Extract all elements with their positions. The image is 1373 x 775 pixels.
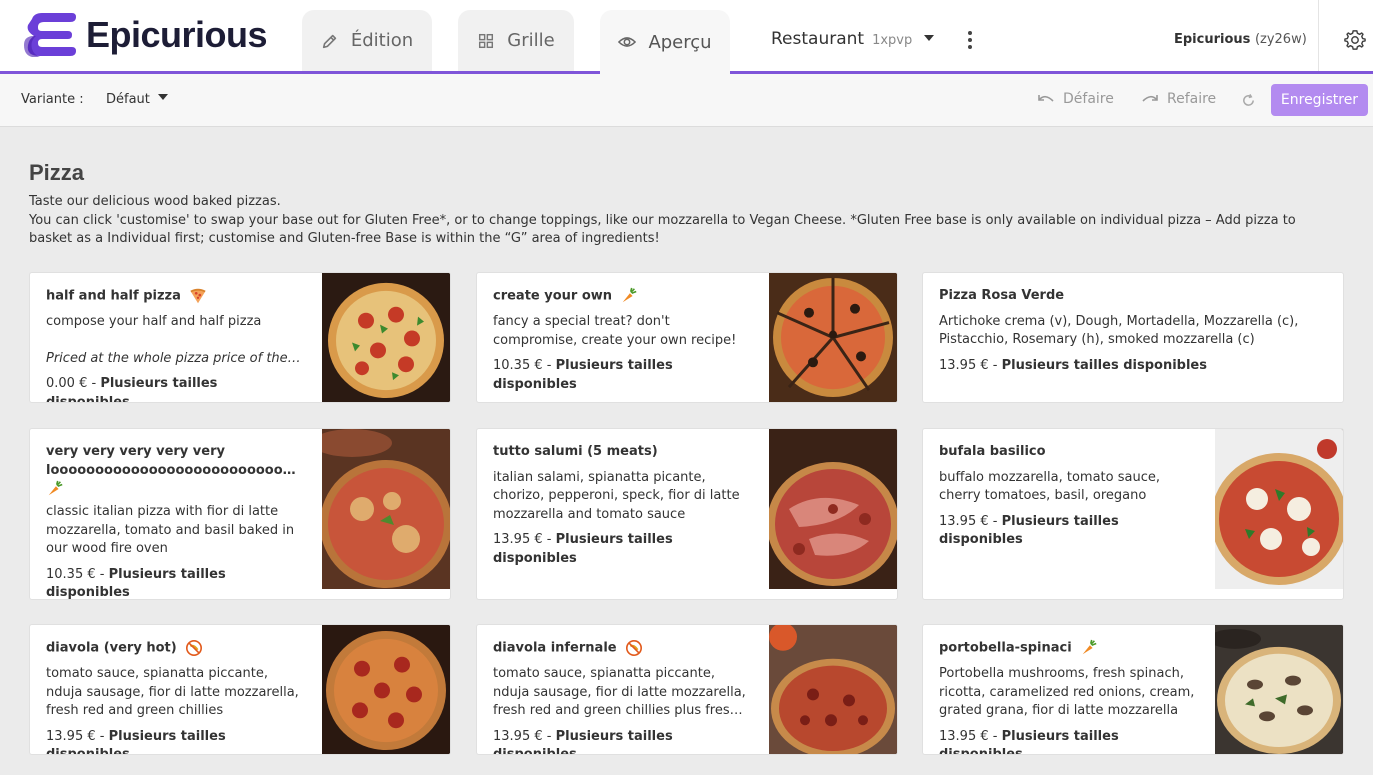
menu-item-card[interactable]: very very very very very loooooooooooooo… bbox=[29, 428, 451, 600]
pizza-image bbox=[769, 273, 897, 402]
section-description-line-1: Taste our delicious wood baked pizzas. bbox=[29, 194, 281, 209]
menu-item-card[interactable]: tutto salumi (5 meats) italian salami, s… bbox=[476, 428, 898, 600]
tab-apercu-label: Aperçu bbox=[648, 31, 712, 53]
menu-item-card[interactable]: diavola (very hot) tomato sauce, spianat… bbox=[29, 624, 451, 755]
carrot-icon bbox=[1082, 639, 1097, 655]
menu-item-card[interactable]: portobella-spinaci Portobella mushrooms,… bbox=[922, 624, 1344, 755]
menu-item-description: Portobella mushrooms, fresh spinach, ric… bbox=[939, 666, 1195, 718]
menu-item-price: 10.35 € - Plusieurs tailles disponibles bbox=[493, 358, 673, 392]
menu-item-price: 13.95 € - Plusieurs tailles disponibles bbox=[46, 728, 226, 755]
menu-item-title: diavola infernale bbox=[493, 639, 749, 658]
menu-item-title: Pizza Rosa Verde bbox=[939, 288, 1065, 303]
menu-item-description: tomato sauce, spianatta piccante, nduja … bbox=[46, 666, 299, 718]
pizza-slice-icon bbox=[190, 288, 206, 304]
menu-item-title: portobella-spinaci bbox=[939, 639, 1195, 658]
top-bar: Epicurious Édition Grille Aperçu Restaur… bbox=[0, 0, 1373, 74]
header-divider bbox=[1318, 0, 1319, 71]
pencil-icon bbox=[322, 34, 337, 48]
menu-item-title: tutto salumi (5 meats) bbox=[493, 444, 658, 459]
tab-grille-label: Grille bbox=[507, 30, 555, 51]
menu-item-price: 0.00 € - Plusieurs tailles disponibles bbox=[46, 376, 218, 403]
more-options-icon[interactable] bbox=[963, 28, 977, 52]
gear-icon[interactable] bbox=[1344, 29, 1366, 51]
no-chili-icon bbox=[625, 639, 642, 657]
undo-icon bbox=[1038, 95, 1054, 102]
variant-label: Variante : bbox=[21, 92, 84, 107]
section-description: Taste our delicious wood baked pizzas. Y… bbox=[29, 193, 1339, 249]
save-button[interactable]: Enregistrer bbox=[1271, 84, 1368, 116]
menu-item-description: buffalo mozzarella, tomato sauce, cherry… bbox=[939, 469, 1160, 504]
tab-edition-label: Édition bbox=[350, 30, 414, 51]
menu-item-card[interactable]: bufala basilico buffalo mozzarella, toma… bbox=[922, 428, 1344, 600]
eye-icon bbox=[618, 37, 637, 47]
undo-label: Défaire bbox=[1063, 91, 1114, 107]
menu-item-card[interactable]: create your own fancy a special treat? d… bbox=[476, 272, 898, 403]
redo-icon bbox=[1142, 95, 1158, 102]
tab-edition[interactable]: Édition bbox=[302, 10, 432, 71]
menu-item-card[interactable]: half and half pizza compose your half an… bbox=[29, 272, 451, 403]
tab-apercu[interactable]: Aperçu bbox=[600, 10, 730, 74]
redo-button[interactable]: Refaire bbox=[1141, 91, 1216, 107]
section-title: Pizza bbox=[29, 160, 85, 185]
menu-item-card[interactable]: diavola infernale tomato sauce, spianatt… bbox=[476, 624, 898, 755]
section-description-line-2: You can click 'customise' to swap your b… bbox=[29, 212, 1296, 247]
menu-item-price: 13.95 € - Plusieurs tailles disponibles bbox=[939, 357, 1207, 373]
menu-item-card[interactable]: Pizza Rosa Verde Artichoke crema (v), Do… bbox=[922, 272, 1344, 403]
undo-button[interactable]: Défaire bbox=[1037, 91, 1114, 107]
redo-label: Refaire bbox=[1167, 91, 1217, 107]
menu-item-description: fancy a special treat? don't compromise,… bbox=[493, 314, 737, 348]
menu-item-price: 13.95 € - Plusieurs tailles disponibles bbox=[939, 728, 1119, 755]
menu-item-description: Artichoke crema (v), Dough, Mortadella, … bbox=[939, 313, 1299, 348]
menu-item-note: Priced at the whole pizza price of the… bbox=[46, 350, 301, 366]
pizza-image bbox=[1215, 429, 1343, 589]
chevron-down-icon bbox=[157, 93, 168, 100]
menu-item-price: 13.95 € - Plusieurs tailles disponibles bbox=[939, 513, 1119, 548]
pizza-image bbox=[322, 625, 450, 754]
menu-item-title: very very very very very loooooooooooooo… bbox=[46, 443, 302, 499]
tab-grille[interactable]: Grille bbox=[458, 10, 574, 71]
menu-item-description: compose your half and half pizza bbox=[46, 314, 262, 329]
epicurious-logo-icon bbox=[24, 13, 77, 57]
toolbar: Variante : Défaut Défaire Refaire Enregi… bbox=[0, 74, 1373, 127]
menu-item-price: 13.95 € - Plusieurs tailles disponibles bbox=[493, 532, 673, 566]
pizza-image bbox=[769, 429, 897, 589]
carrot-icon bbox=[48, 480, 63, 496]
restaurant-label: Restaurant bbox=[771, 29, 865, 49]
account-id: (zy26w) bbox=[1254, 32, 1307, 47]
pizza-image bbox=[322, 273, 450, 402]
variant-select[interactable]: Défaut bbox=[106, 92, 168, 107]
carrot-icon bbox=[622, 287, 637, 303]
account-label[interactable]: Epicurious (zy26w) bbox=[1174, 32, 1307, 47]
menu-item-description: italian salami, spianatta picante, chori… bbox=[493, 469, 740, 522]
grid-icon bbox=[479, 33, 494, 48]
chevron-down-icon bbox=[924, 35, 935, 41]
brand-name: Epicurious bbox=[86, 14, 268, 55]
menu-item-price: 13.95 € - Plusieurs tailles disponibles bbox=[493, 728, 673, 755]
menu-item-title: half and half pizza bbox=[46, 287, 302, 306]
account-name: Epicurious bbox=[1174, 32, 1251, 47]
menu-item-title: create your own bbox=[493, 287, 749, 306]
menu-item-price: 10.35 € - Plusieurs tailles disponibles bbox=[46, 566, 226, 600]
pizza-image bbox=[769, 625, 897, 754]
restaurant-code: 1xpvp bbox=[872, 33, 913, 48]
restaurant-selector[interactable]: Restaurant 1xpvp bbox=[771, 29, 935, 49]
pizza-image bbox=[322, 429, 450, 589]
menu-item-title: diavola (very hot) bbox=[46, 639, 302, 658]
pizza-image bbox=[1215, 625, 1343, 754]
menu-item-description: classic italian pizza with fior di latte… bbox=[46, 504, 295, 556]
refresh-icon[interactable] bbox=[1241, 93, 1256, 108]
menu-item-title: bufala basilico bbox=[939, 444, 1046, 459]
menu-item-description: tomato sauce, spianatta piccante, nduja … bbox=[493, 666, 746, 718]
no-chili-icon bbox=[185, 639, 202, 657]
variant-value: Défaut bbox=[106, 92, 150, 107]
